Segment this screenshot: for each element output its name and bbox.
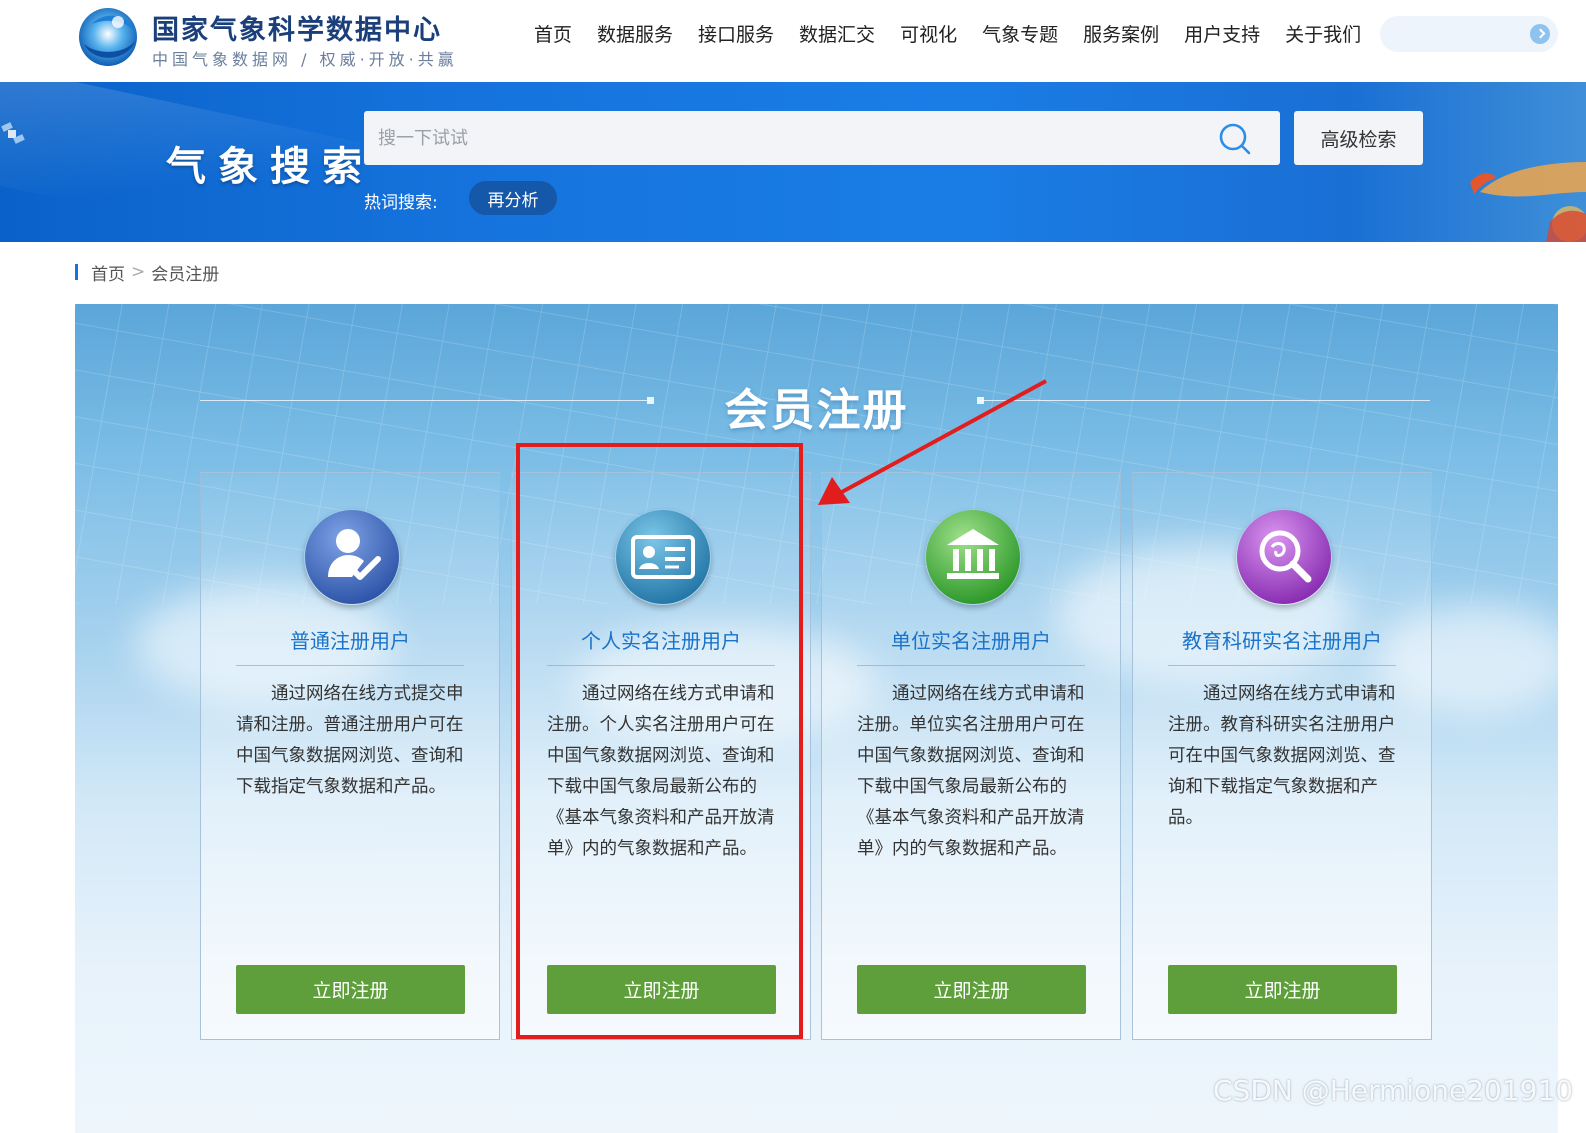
breadcrumb-home-link[interactable]: 首页 <box>91 260 125 285</box>
search-banner: 气象搜索 高级检索 热词搜索: 再分析 <box>0 82 1586 242</box>
watermark: CSDN @Hermione201910 <box>1213 1074 1574 1107</box>
nav-item-api-service[interactable]: 接口服务 <box>698 22 774 48</box>
nav-item-data-service[interactable]: 数据服务 <box>597 22 673 48</box>
annotation-arrow-icon <box>818 379 1047 505</box>
card-regular-user: 普通注册用户 通过网络在线方式提交申请和注册。普通注册用户可在中国气象数据网浏览… <box>200 472 500 1040</box>
card-description: 通过网络在线方式申请和注册。单位实名注册用户可在中国气象数据网浏览、查询和下载中… <box>857 684 1085 859</box>
nav-item-topics[interactable]: 气象专题 <box>982 22 1058 48</box>
register-now-button[interactable]: 立即注册 <box>1168 965 1397 1014</box>
card-description: 通过网络在线方式申请和注册。教育科研实名注册用户可在中国气象数据网浏览、查询和下… <box>1168 684 1396 828</box>
chevron-right-icon[interactable] <box>1530 24 1550 44</box>
nav-item-cases[interactable]: 服务案例 <box>1083 22 1159 48</box>
breadcrumb-separator: > <box>131 262 146 282</box>
research-search-icon <box>1237 510 1331 604</box>
main-nav: 首页 数据服务 接口服务 数据汇交 可视化 气象专题 服务案例 用户支持 关于我… <box>534 22 1386 48</box>
nav-item-home[interactable]: 首页 <box>534 22 572 48</box>
card-divider <box>857 665 1085 666</box>
card-title[interactable]: 普通注册用户 <box>201 625 499 654</box>
logo-swirl-icon <box>79 8 137 66</box>
site-logo[interactable]: 国家气象科学数据中心 中国气象数据网 / 权威·开放·共赢 <box>74 4 474 70</box>
search-input[interactable] <box>364 111 1204 165</box>
logo-title: 国家气象科学数据中心 <box>152 15 442 46</box>
breadcrumb-current: 会员注册 <box>151 264 220 285</box>
user-check-icon <box>305 510 399 604</box>
hot-search-tag[interactable]: 再分析 <box>469 181 557 215</box>
card-education-research-user: 教育科研实名注册用户 通过网络在线方式申请和注册。教育科研实名注册用户可在中国气… <box>1132 472 1432 1040</box>
nav-item-visualization[interactable]: 可视化 <box>900 22 957 48</box>
nav-item-about[interactable]: 关于我们 <box>1285 22 1361 48</box>
card-divider <box>1168 665 1396 666</box>
search-icon[interactable] <box>1218 122 1252 156</box>
card-description: 通过网络在线方式提交申请和注册。普通注册用户可在中国气象数据网浏览、查询和下载指… <box>236 684 464 797</box>
register-now-button[interactable]: 立即注册 <box>857 965 1086 1014</box>
card-title[interactable]: 教育科研实名注册用户 <box>1133 625 1431 654</box>
advanced-search-button[interactable]: 高级检索 <box>1294 111 1423 165</box>
card-divider <box>236 665 464 666</box>
search-box <box>364 111 1280 165</box>
bird-illustration <box>1470 162 1586 242</box>
breadcrumb-marker <box>75 264 78 280</box>
hot-search-label: 热词搜索: <box>364 193 438 213</box>
breadcrumb: 首页 > 会员注册 <box>75 260 220 285</box>
nav-item-data-submission[interactable]: 数据汇交 <box>799 22 875 48</box>
site-header: 国家气象科学数据中心 中国气象数据网 / 权威·开放·共赢 首页 数据服务 接口… <box>0 0 1586 82</box>
nav-item-support[interactable]: 用户支持 <box>1184 22 1260 48</box>
logo-subtitle: 中国气象数据网 / 权威·开放·共赢 <box>152 50 458 69</box>
banner-title: 气象搜索 <box>166 144 374 190</box>
register-now-button[interactable]: 立即注册 <box>236 965 465 1014</box>
annotation-highlight-box <box>516 443 803 1039</box>
institution-icon <box>926 510 1020 604</box>
header-search-field[interactable] <box>1380 16 1558 52</box>
card-organization-realname-user: 单位实名注册用户 通过网络在线方式申请和注册。单位实名注册用户可在中国气象数据网… <box>821 472 1121 1040</box>
card-title[interactable]: 单位实名注册用户 <box>822 625 1120 654</box>
satellite-icon <box>1 122 25 144</box>
